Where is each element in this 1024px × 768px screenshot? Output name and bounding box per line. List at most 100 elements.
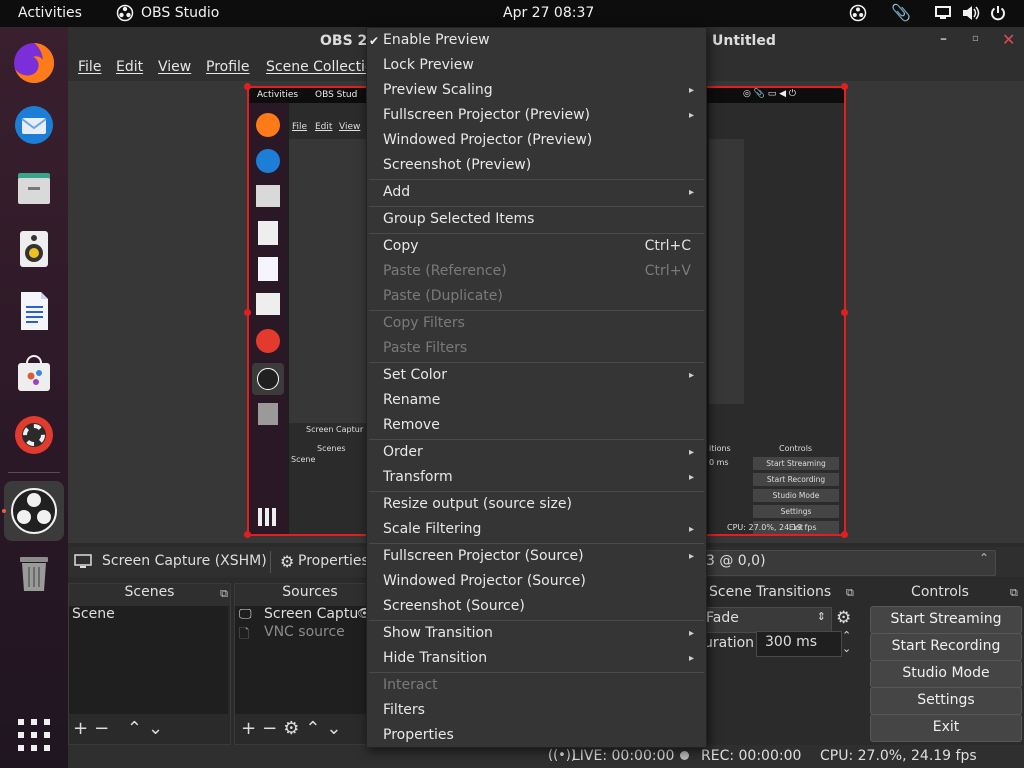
gear-icon[interactable]: ⚙	[836, 608, 851, 628]
volume-icon[interactable]	[962, 5, 980, 25]
exit-button[interactable]: Exit	[870, 714, 1022, 742]
gear-icon[interactable]: ⚙	[283, 718, 305, 739]
duration-stepper[interactable]: ⌃ ⌄	[842, 629, 851, 655]
menu-item-label: Resize output (source size)	[383, 496, 572, 512]
undock-icon[interactable]: ⧉	[1010, 586, 1018, 600]
menu-edit[interactable]: Edit	[116, 59, 143, 75]
help-icon[interactable]	[10, 411, 58, 459]
window-title: OBS 2	[320, 33, 368, 49]
menu-item-label: Remove	[383, 417, 440, 433]
add-icon[interactable]: +	[241, 718, 262, 739]
remove-icon[interactable]: −	[94, 718, 115, 739]
start-recording-button[interactable]: Start Recording	[870, 633, 1022, 661]
menu-profile[interactable]: Profile	[206, 59, 250, 75]
maximize-button[interactable]: ▫	[972, 33, 979, 44]
menu-view[interactable]: View	[158, 59, 191, 75]
scenes-list[interactable]: Scene	[69, 606, 228, 714]
nested-source-name: Screen Captur	[306, 425, 364, 434]
menu-item-label: Paste Filters	[383, 340, 468, 356]
obs-dock-icon[interactable]	[4, 481, 64, 541]
duration-input[interactable]: 300 ms	[756, 631, 842, 657]
rhythmbox-icon[interactable]	[10, 225, 58, 273]
menu-item-filters[interactable]: Filters	[367, 700, 706, 723]
monitor-icon: 🖵	[239, 607, 252, 622]
display-icon[interactable]	[935, 6, 951, 24]
start-streaming-button[interactable]: Start Streaming	[870, 606, 1022, 634]
menu-item-group-selected-items[interactable]: Group Selected Items	[367, 209, 706, 232]
resize-handle-mr[interactable]	[841, 309, 848, 316]
app-menu[interactable]: OBS Studio	[141, 5, 219, 21]
minimize-button[interactable]: –	[940, 31, 947, 47]
activities-button[interactable]: Activities	[18, 5, 82, 21]
list-item[interactable]: 🖵 Screen Captu 👁	[237, 606, 372, 624]
resize-handle-br[interactable]	[841, 531, 848, 538]
menu-item-resize-output-source-size[interactable]: Resize output (source size)	[367, 494, 706, 517]
add-icon[interactable]: +	[73, 718, 94, 739]
nested-menu-edit: Edit	[315, 122, 333, 132]
move-up-icon[interactable]: ⌃	[127, 718, 148, 739]
clock[interactable]: Apr 27 08:37	[503, 5, 594, 21]
obs-tray-icon[interactable]	[849, 4, 867, 26]
transform-field[interactable]: 3 @ 0,0) ⌃	[704, 550, 996, 576]
gear-icon[interactable]: ⚙	[280, 552, 294, 571]
menu-item-enable-preview[interactable]: Enable Preview ✔	[367, 30, 706, 53]
menu-item-transform[interactable]: Transform ▸	[367, 467, 706, 490]
menu-item-windowed-projector-preview[interactable]: Windowed Projector (Preview)	[367, 130, 706, 153]
resize-handle-tr[interactable]	[841, 83, 848, 90]
remove-icon[interactable]: −	[262, 718, 283, 739]
submenu-arrow-icon: ▸	[688, 85, 694, 96]
files-icon[interactable]	[10, 163, 58, 211]
list-item[interactable]: 🗋 VNC source	[237, 624, 366, 642]
submenu-arrow-icon: ▸	[688, 110, 694, 121]
menu-item-lock-preview[interactable]: Lock Preview	[367, 55, 706, 78]
power-icon[interactable]	[990, 5, 1006, 25]
thunderbird-icon[interactable]	[10, 101, 58, 149]
list-item[interactable]: Scene	[72, 606, 115, 622]
sources-panel: Sources 🖵 Screen Captu 👁 🗋 VNC source +−…	[234, 583, 385, 745]
menu-item-rename[interactable]: Rename	[367, 390, 706, 413]
resize-handle-bl[interactable]	[244, 531, 251, 538]
sources-list[interactable]: 🖵 Screen Captu 👁 🗋 VNC source	[235, 606, 372, 714]
menu-item-paste-reference: Paste (Reference) Ctrl+V	[367, 261, 706, 284]
menu-item-copy[interactable]: Copy Ctrl+C	[367, 236, 706, 259]
properties-button[interactable]: Properties	[298, 553, 369, 569]
nested-files-icon	[256, 185, 280, 207]
menu-scene-collection[interactable]: Scene Collectio	[266, 59, 374, 75]
menu-item-hide-transition[interactable]: Hide Transition ▸	[367, 648, 706, 671]
writer-icon[interactable]	[10, 287, 58, 335]
resize-handle-tl[interactable]	[244, 83, 251, 90]
menu-item-label: Lock Preview	[383, 57, 474, 73]
menu-item-fullscreen-projector-preview[interactable]: Fullscreen Projector (Preview) ▸	[367, 105, 706, 128]
paperclip-icon[interactable]: 📎	[891, 3, 911, 22]
menu-item-add[interactable]: Add ▸	[367, 182, 706, 205]
menu-file[interactable]: File	[78, 59, 101, 75]
transition-select[interactable]: Fade ⇕	[700, 607, 832, 633]
resize-handle-ml[interactable]	[244, 309, 251, 316]
menu-item-windowed-projector-source[interactable]: Windowed Projector (Source)	[367, 571, 706, 594]
firefox-icon[interactable]	[10, 39, 58, 87]
close-button[interactable]: ✕	[1002, 30, 1015, 49]
trash-icon[interactable]	[10, 549, 58, 597]
menu-item-show-transition[interactable]: Show Transition ▸	[367, 623, 706, 646]
menu-item-remove[interactable]: Remove	[367, 415, 706, 438]
nested-app: OBS Stud	[315, 90, 358, 100]
undock-icon[interactable]: ⧉	[846, 586, 854, 600]
menu-item-screenshot-preview[interactable]: Screenshot (Preview)	[367, 155, 706, 178]
move-down-icon[interactable]: ⌄	[326, 718, 347, 739]
move-down-icon[interactable]: ⌄	[148, 718, 169, 739]
settings-button[interactable]: Settings	[870, 687, 1022, 715]
menu-item-screenshot-source[interactable]: Screenshot (Source)	[367, 596, 706, 619]
move-up-icon[interactable]: ⌃	[305, 718, 326, 739]
menu-item-order[interactable]: Order ▸	[367, 442, 706, 465]
menu-item-set-color[interactable]: Set Color ▸	[367, 365, 706, 388]
menu-item-properties[interactable]: Properties	[367, 725, 706, 748]
undock-icon[interactable]: ⧉	[220, 587, 228, 601]
studio-mode-button[interactable]: Studio Mode	[870, 660, 1022, 688]
menu-item-fullscreen-projector-source[interactable]: Fullscreen Projector (Source) ▸	[367, 546, 706, 569]
dock-separator	[8, 472, 60, 473]
app-grid-icon[interactable]	[10, 711, 58, 759]
menu-item-preview-scaling[interactable]: Preview Scaling ▸	[367, 80, 706, 103]
menu-item-paste-filters: Paste Filters	[367, 338, 706, 361]
software-store-icon[interactable]	[10, 349, 58, 397]
menu-item-scale-filtering[interactable]: Scale Filtering ▸	[367, 519, 706, 542]
